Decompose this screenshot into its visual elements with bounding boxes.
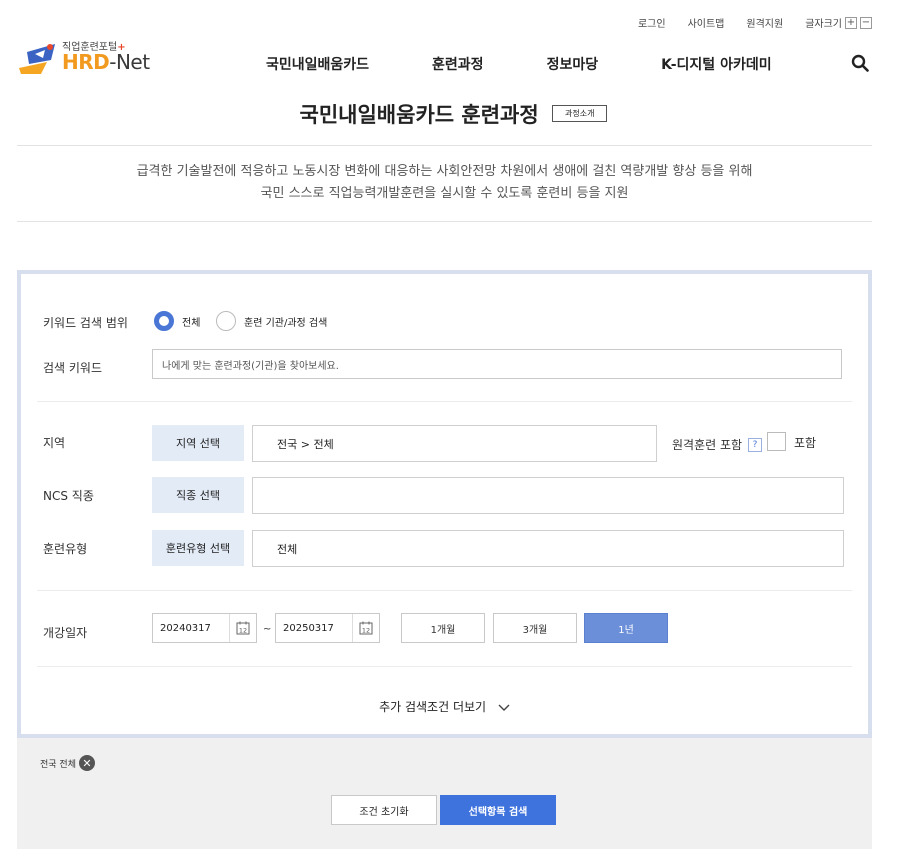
font-size-control: 글자크기 + − <box>805 15 872 30</box>
font-size-decrease-button[interactable]: − <box>860 16 872 29</box>
search-icon[interactable] <box>851 54 869 72</box>
svg-text:12: 12 <box>362 627 370 635</box>
course-intro-button[interactable]: 과정소개 <box>552 104 608 122</box>
nav-item-courses[interactable]: 훈련과정 <box>432 54 484 74</box>
logo-wordmark: HRD-Net <box>62 50 150 74</box>
search-keyword-label: 검색 키워드 <box>43 361 103 375</box>
period-1year-button[interactable]: 1년 <box>584 613 668 643</box>
login-link[interactable]: 로그인 <box>638 15 666 30</box>
calendar-icon[interactable]: 12 <box>229 614 256 642</box>
divider <box>37 666 852 667</box>
scope-org-radio[interactable]: 훈련 기관/과정 검색 <box>216 311 327 331</box>
reset-conditions-button[interactable]: 조건 초기화 <box>331 795 437 825</box>
radio-unchecked-icon <box>216 311 236 331</box>
calendar-icon[interactable]: 12 <box>352 614 379 642</box>
search-keyword-input[interactable]: 나에게 맞는 훈련과정(기관)을 찾아보세요. <box>152 349 842 379</box>
font-size-increase-button[interactable]: + <box>845 16 857 29</box>
hrd-net-logo[interactable]: 직업훈련포털+ HRD-Net <box>17 38 167 76</box>
start-date-from-input[interactable]: 20240317 12 <box>152 613 257 643</box>
training-type-value-field[interactable]: 전체 <box>252 530 844 567</box>
divider <box>37 590 852 591</box>
main-nav: 국민내일배움카드 훈련과정 정보마당 K-디지털 아카데미 <box>266 54 772 74</box>
divider <box>17 145 872 146</box>
ncs-select-button[interactable]: 직종 선택 <box>152 477 244 513</box>
ncs-value-field[interactable] <box>252 477 844 514</box>
search-selected-button[interactable]: 선택항목 검색 <box>440 795 556 825</box>
font-size-label: 글자크기 <box>805 19 842 30</box>
period-1month-button[interactable]: 1개월 <box>401 613 485 643</box>
search-panel: 키워드 검색 범위 전체 훈련 기관/과정 검색 검색 키워드 나에게 맞는 훈… <box>17 270 872 738</box>
divider <box>37 401 852 402</box>
scope-all-radio[interactable]: 전체 <box>154 311 200 331</box>
keyword-scope-label: 키워드 검색 범위 <box>43 316 128 330</box>
nav-item-k-digital[interactable]: K-디지털 아카데미 <box>661 54 771 74</box>
nav-item-info[interactable]: 정보마당 <box>547 54 599 74</box>
more-conditions-toggle[interactable]: 추가 검색조건 더보기 <box>21 698 868 715</box>
page-description: 급격한 기술발전에 적응하고 노동시장 변화에 대응하는 사회안전망 차원에서 … <box>136 164 753 201</box>
logo-mark-icon <box>19 44 55 74</box>
help-icon[interactable]: ? <box>748 437 763 452</box>
region-label: 지역 <box>43 436 66 450</box>
region-value-field[interactable]: 전국 > 전체 <box>252 425 657 462</box>
training-type-label: 훈련유형 <box>43 542 88 556</box>
start-date-label: 개강일자 <box>43 626 88 640</box>
page-title: 국민내일배움카드 훈련과정 과정소개 <box>0 99 907 129</box>
include-remote-checkbox[interactable] <box>767 432 786 451</box>
chevron-down-icon <box>498 704 510 711</box>
region-select-button[interactable]: 지역 선택 <box>152 425 244 461</box>
radio-checked-icon <box>154 311 174 331</box>
remote-support-link[interactable]: 원격지원 <box>746 15 783 30</box>
utility-bar: 로그인 사이트맵 원격지원 글자크기 + − <box>616 15 872 30</box>
divider <box>17 221 872 222</box>
selected-chip-region: 전국 전체 ✕ <box>40 755 95 771</box>
remove-chip-icon[interactable]: ✕ <box>78 755 95 771</box>
include-label: 포함 <box>794 436 817 450</box>
selected-conditions-bar: 전국 전체 ✕ 조건 초기화 선택항목 검색 <box>17 738 872 849</box>
svg-text:12: 12 <box>239 627 247 635</box>
start-date-to-input[interactable]: 20250317 12 <box>275 613 380 643</box>
nav-item-card[interactable]: 국민내일배움카드 <box>266 54 369 74</box>
remote-training-label: 원격훈련 포함 ? <box>672 436 763 453</box>
period-3month-button[interactable]: 3개월 <box>493 613 577 643</box>
ncs-label: NCS 직종 <box>43 489 94 503</box>
training-type-select-button[interactable]: 훈련유형 선택 <box>152 530 244 566</box>
sitemap-link[interactable]: 사이트맵 <box>688 15 725 30</box>
date-range-separator: ~ <box>263 624 272 635</box>
